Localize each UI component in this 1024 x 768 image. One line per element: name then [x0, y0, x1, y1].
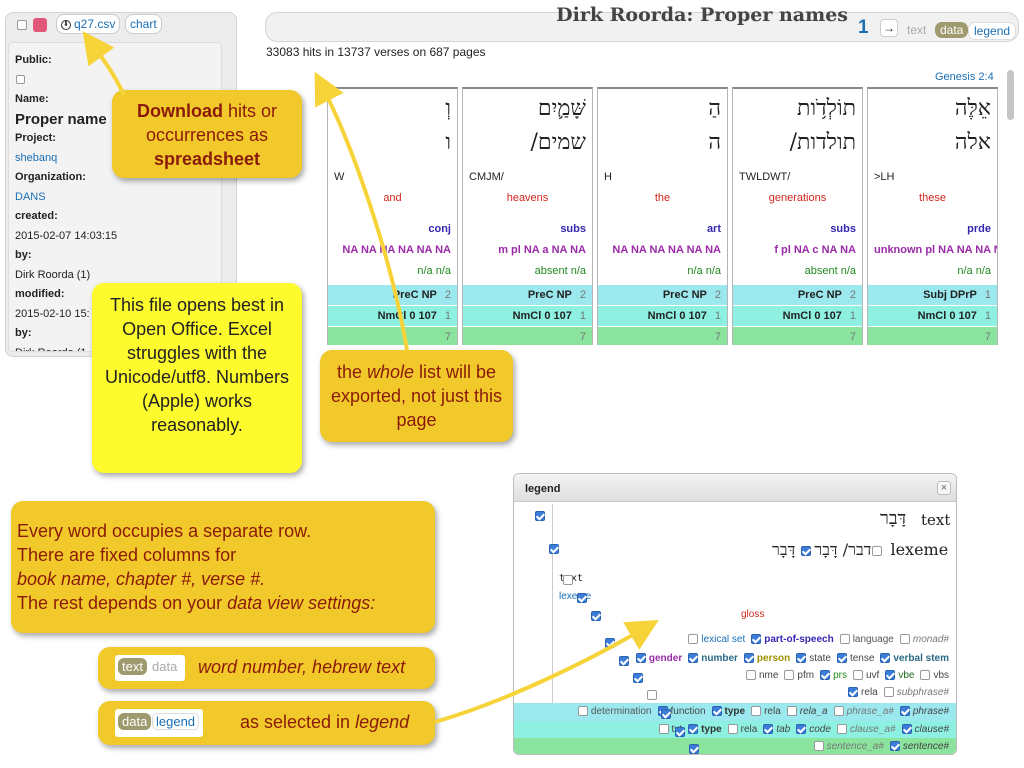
- arrow-to-legend: [434, 619, 659, 724]
- screenshot-canvas: { "topbar": { "file_link": "q27.csv", "c…: [0, 0, 1024, 768]
- arrow-to-csv: [82, 31, 126, 96]
- callout-arrows: [82, 31, 659, 724]
- arrow-to-hits: [314, 71, 409, 351]
